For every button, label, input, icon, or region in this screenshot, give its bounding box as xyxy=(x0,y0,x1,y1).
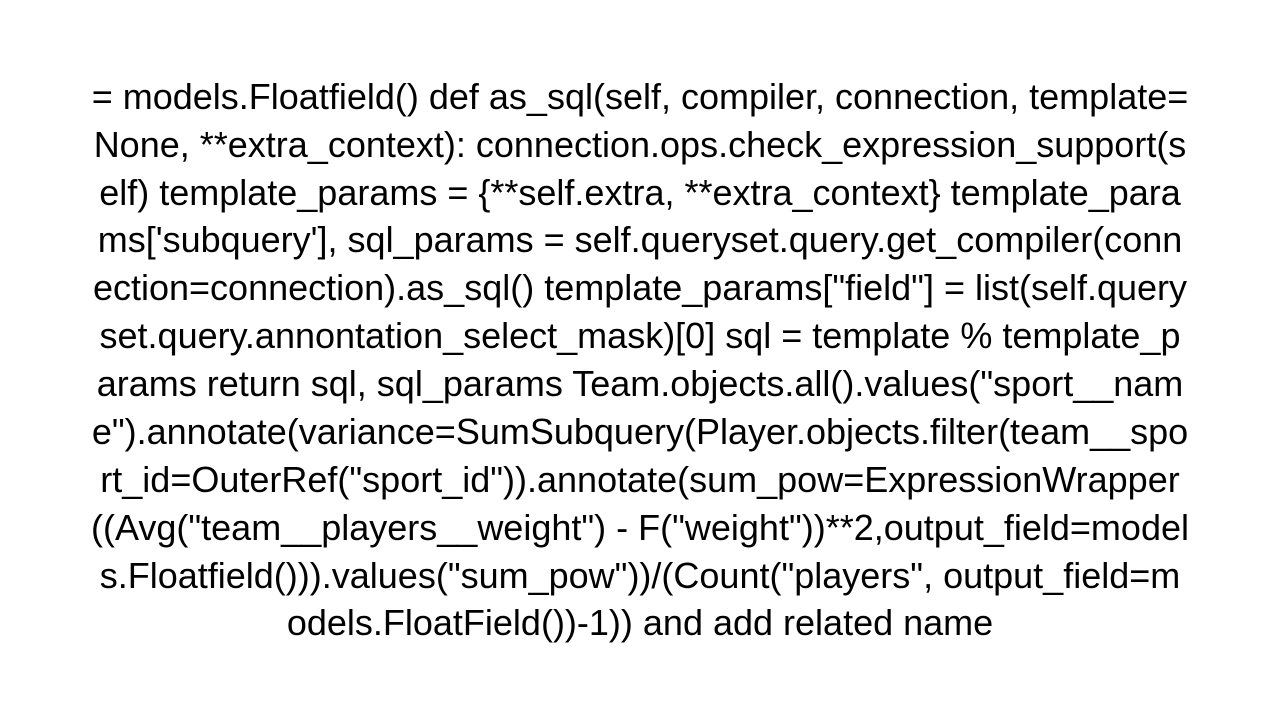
code-text-block: = models.Floatfield() def as_sql(self, c… xyxy=(90,73,1190,648)
